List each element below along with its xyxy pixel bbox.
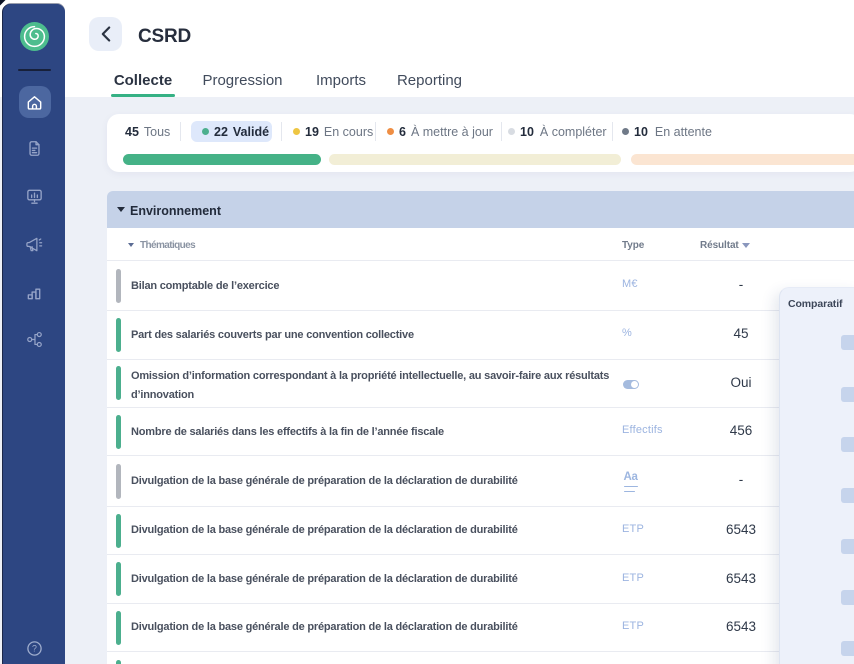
svg-text:?: ? [32, 644, 37, 654]
